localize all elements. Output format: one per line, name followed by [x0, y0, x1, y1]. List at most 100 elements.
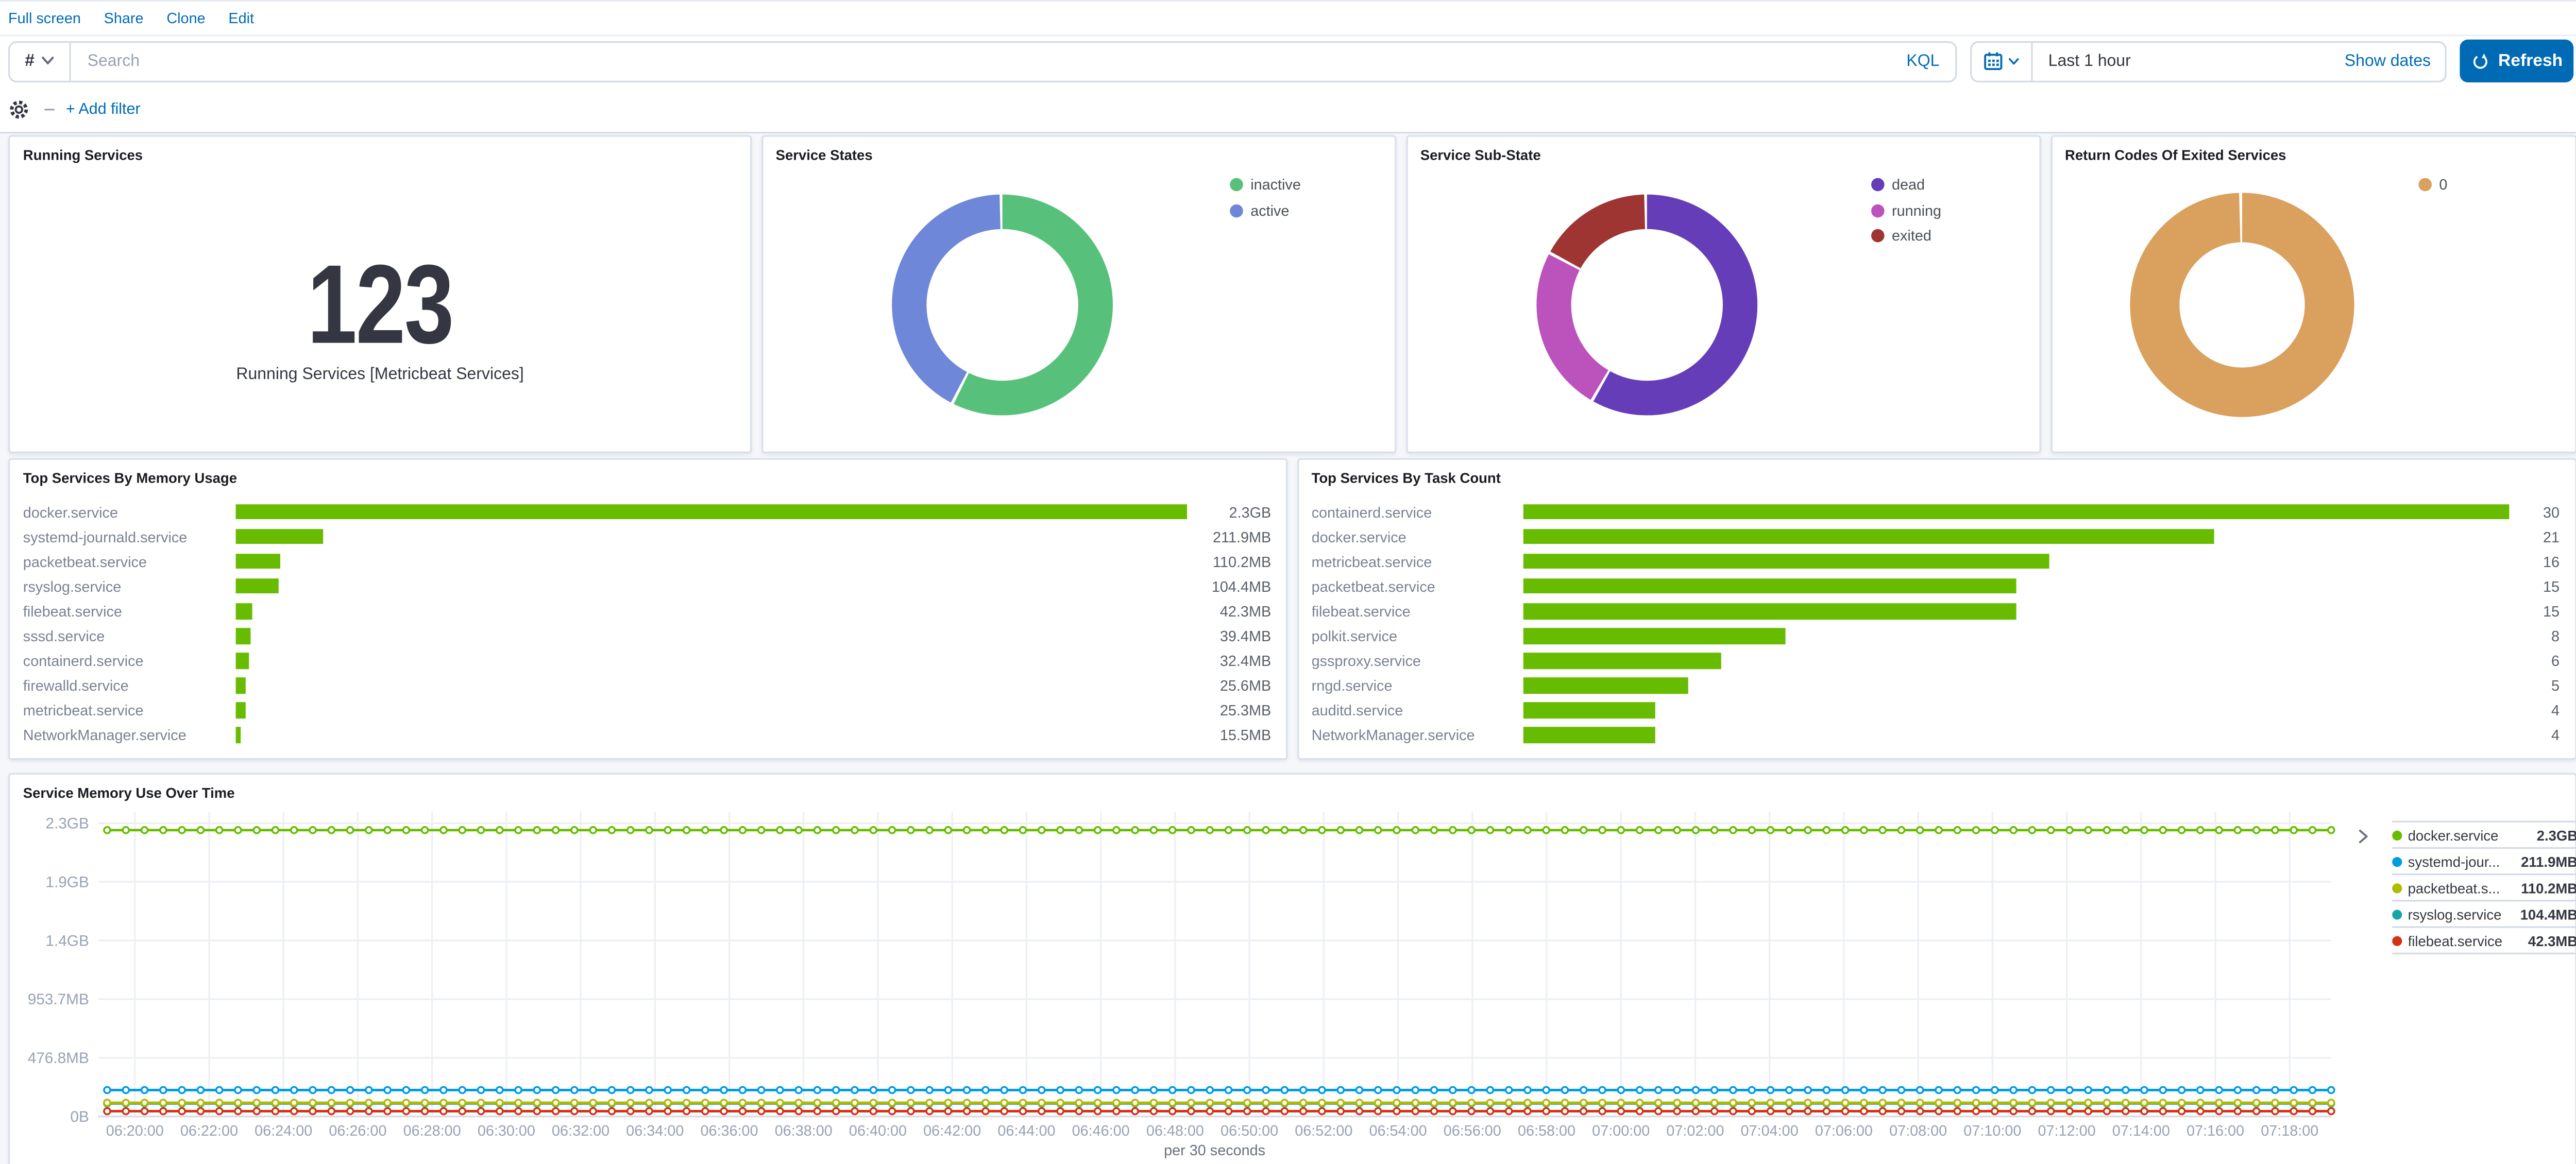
panel-return-codes: Return Codes Of Exited Services 0	[2050, 135, 2576, 453]
nav-link-clone[interactable]: Clone	[166, 10, 205, 26]
bar[interactable]	[1523, 529, 2214, 544]
timeseries-legend-item-filebeat.service[interactable]: filebeat.service42.3MB	[2392, 927, 2576, 954]
bar-row-polkit.service: polkit.service8	[1312, 624, 2560, 648]
bar[interactable]	[1523, 703, 1655, 718]
bar-label: filebeat.service	[1312, 603, 1523, 620]
bar-label: metricbeat.service	[23, 702, 235, 718]
memory-over-time-line-chart[interactable]: 2.3GB1.9GB1.4GB953.7MB476.8MB0B06:20:000…	[10, 774, 2576, 1164]
legend-item-exited[interactable]: exited	[1870, 224, 1941, 249]
legend-series-name: docker.service	[2408, 827, 2499, 843]
bar-row-gssproxy.service: gssproxy.service6	[1312, 648, 2560, 673]
bar[interactable]	[1523, 578, 2016, 594]
legend-series-value: 42.3MB	[2528, 933, 2576, 949]
bar-label: rsyslog.service	[23, 578, 235, 594]
panel-top-memory: Top Services By Memory Usage docker.serv…	[8, 458, 1287, 760]
bar-label: auditd.service	[1312, 702, 1523, 718]
add-filter-button[interactable]: + Add filter	[66, 100, 141, 118]
bar[interactable]	[235, 578, 278, 594]
bar[interactable]	[235, 678, 246, 693]
bar-row-filebeat.service: filebeat.service42.3MB	[23, 598, 1271, 623]
time-range-label[interactable]: Last 1 hour	[2033, 52, 2345, 70]
service-sub-state-donut-chart[interactable]	[1532, 190, 1762, 420]
legend-series-name: packetbeat.s...	[2408, 880, 2500, 896]
query-language-button[interactable]: KQL	[1906, 52, 1956, 70]
bar[interactable]	[235, 603, 252, 619]
bar-value: 8	[2510, 628, 2560, 644]
filter-divider	[44, 109, 54, 110]
bar-row-rsyslog.service: rsyslog.service 104.4MB	[23, 574, 1271, 598]
x-axis-label: per 30 seconds	[1164, 1142, 1265, 1158]
x-axis-tick: 07:12:00	[2038, 1122, 2096, 1138]
donut-slice-0[interactable]	[2154, 217, 2329, 392]
service-states-legend: inactive active	[1229, 172, 1301, 223]
search-input[interactable]	[71, 52, 1907, 70]
legend-item-dead[interactable]: dead	[1870, 172, 1941, 198]
query-row: # KQL Last 1 hour Show dates	[0, 36, 2576, 87]
y-axis-tick: 953.7MB	[28, 990, 89, 1007]
bar[interactable]	[235, 504, 1186, 520]
bar-track	[1523, 529, 2510, 544]
tasks-bar-list: containerd.service30docker.service21metr…	[1312, 500, 2560, 748]
legend-item-0[interactable]: 0	[2418, 172, 2448, 198]
timeseries-legend-item-systemd-jour...[interactable]: systemd-jour... 211.9MB	[2392, 847, 2576, 874]
nav-link-full-screen[interactable]: Full screen	[8, 10, 81, 26]
bar-row-packetbeat.service: packetbeat.service110.2MB	[23, 549, 1271, 574]
gear-icon[interactable]	[8, 99, 30, 121]
legend-item-inactive[interactable]: inactive	[1229, 172, 1301, 198]
bar[interactable]	[1523, 554, 2049, 569]
legend-item-running[interactable]: running	[1870, 198, 1941, 224]
x-axis-tick: 07:10:00	[1963, 1122, 2021, 1138]
service-states-donut-chart[interactable]	[887, 190, 1118, 420]
bar-value: 16	[2510, 553, 2560, 570]
show-dates-button[interactable]: Show dates	[2345, 52, 2446, 70]
bar[interactable]	[1523, 603, 2016, 619]
bar-value: 104.4MB	[1189, 578, 1271, 594]
x-axis-tick: 06:42:00	[923, 1122, 981, 1138]
x-axis-tick: 07:02:00	[1666, 1122, 1724, 1138]
bar[interactable]	[1523, 727, 1655, 743]
legend-label: inactive	[1250, 177, 1301, 193]
timeseries-legend-item-packetbeat.s...[interactable]: packetbeat.s... 110.2MB	[2392, 874, 2576, 901]
y-axis-tick: 0B	[70, 1107, 89, 1124]
timeseries-legend-item-rsyslog.service[interactable]: rsyslog.service104.4MB	[2392, 900, 2576, 927]
bar-label: packetbeat.service	[1312, 578, 1523, 594]
refresh-button[interactable]: Refresh	[2461, 40, 2574, 82]
panel-title: Top Services By Memory Usage	[10, 460, 1286, 486]
bar[interactable]	[235, 529, 323, 544]
bar-label: filebeat.service	[23, 603, 235, 620]
date-quick-select-button[interactable]	[1972, 42, 2033, 80]
return-codes-legend: 0	[2418, 172, 2448, 198]
bar-row-packetbeat.service: packetbeat.service15	[1312, 574, 2560, 598]
kibana-dashboard: Full screen Share Clone Edit # KQL	[0, 0, 2576, 1164]
bar[interactable]	[1523, 628, 1786, 644]
chevron-right-icon[interactable]	[2358, 828, 2369, 843]
bar[interactable]	[1523, 504, 2510, 520]
x-axis-tick: 06:26:00	[329, 1122, 386, 1138]
bar[interactable]	[1523, 678, 1688, 693]
bar[interactable]	[235, 628, 251, 644]
return-codes-donut-chart[interactable]	[2126, 190, 2357, 420]
legend-series-name: systemd-jour...	[2408, 853, 2500, 869]
bar[interactable]	[235, 703, 245, 718]
bar-track	[235, 603, 1189, 619]
timeseries-legend-item-docker.service[interactable]: docker.service2.3GB	[2392, 821, 2576, 848]
field-selector-button[interactable]: #	[10, 42, 71, 80]
bar-track	[1523, 703, 2510, 718]
bar-value: 25.6MB	[1189, 677, 1271, 694]
bar-track	[235, 727, 1189, 743]
nav-link-edit[interactable]: Edit	[228, 10, 254, 26]
bar[interactable]	[235, 653, 248, 669]
refresh-icon	[2472, 52, 2490, 70]
x-axis-tick: 06:36:00	[700, 1122, 758, 1138]
bar-value: 39.4MB	[1189, 628, 1271, 644]
legend-label: running	[1892, 202, 1941, 219]
bar-value: 110.2MB	[1189, 553, 1271, 570]
legend-series-value: 211.9MB	[2521, 853, 2576, 869]
bar[interactable]	[1523, 653, 1721, 669]
legend-series-value: 110.2MB	[2521, 880, 2576, 896]
legend-item-active[interactable]: active	[1229, 198, 1301, 224]
nav-link-share[interactable]: Share	[104, 10, 144, 26]
legend-dot	[1870, 178, 1884, 192]
bar[interactable]	[235, 554, 280, 569]
bar[interactable]	[235, 727, 241, 743]
